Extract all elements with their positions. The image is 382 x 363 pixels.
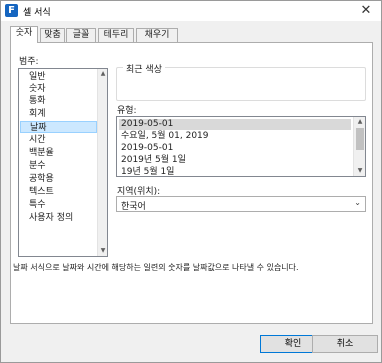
tab-alignment[interactable]: 맞춤	[40, 28, 65, 42]
type-item[interactable]: 19년 5월 1일	[119, 167, 351, 176]
scroll-up-arrow-icon[interactable]: ▲	[98, 69, 108, 79]
type-list[interactable]: 2019-05-01 수요일, 5월 01, 2019 2019-05-01 2…	[116, 116, 366, 177]
type-item[interactable]: 2019년 5월 1일	[119, 155, 351, 166]
category-label: 범주:	[19, 57, 39, 67]
tab-number[interactable]: 숫자	[10, 26, 38, 43]
type-item[interactable]: 수요일, 5월 01, 2019	[119, 131, 351, 142]
sample-legend: 최근 색상	[123, 62, 165, 75]
category-item-special[interactable]: 특수	[20, 199, 97, 211]
scroll-down-arrow-icon[interactable]: ▼	[98, 246, 108, 256]
cancel-button[interactable]: 취소	[312, 335, 378, 353]
type-item[interactable]: 2019-05-01	[119, 119, 351, 130]
dialog-title: 셀 서식	[23, 8, 51, 18]
category-item-number[interactable]: 숫자	[20, 83, 97, 95]
category-item-general[interactable]: 일반	[20, 71, 97, 83]
close-button[interactable]: ✕	[357, 2, 375, 20]
locale-dropdown[interactable]: 한국어 ⌄	[116, 196, 366, 212]
category-item-text[interactable]: 텍스트	[20, 186, 97, 198]
type-item[interactable]: 2019-05-01	[119, 143, 351, 154]
category-item-percentage[interactable]: 백분율	[20, 147, 97, 159]
type-scrollbar[interactable]: ▲ ▼	[353, 117, 365, 176]
title-bar: F 셀 서식 ✕	[1, 1, 381, 21]
category-item-custom[interactable]: 사용자 정의	[20, 212, 97, 224]
tab-fill[interactable]: 채우기	[136, 28, 178, 42]
category-item-date[interactable]: 날짜	[20, 121, 97, 133]
category-item-fraction[interactable]: 분수	[20, 160, 97, 172]
scroll-down-arrow-icon[interactable]: ▼	[354, 166, 365, 176]
sample-group: 최근 색상	[116, 62, 366, 101]
category-item-accounting[interactable]: 회계	[20, 108, 97, 120]
category-item-time[interactable]: 시간	[20, 134, 97, 146]
type-label: 유형:	[117, 106, 137, 116]
category-scrollbar[interactable]: ▲ ▼	[97, 69, 107, 256]
tab-font[interactable]: 글꼴	[66, 28, 96, 42]
locale-value: 한국어	[121, 202, 146, 212]
tab-border[interactable]: 테두리	[98, 28, 134, 42]
number-tab-panel: 범주: 일반 숫자 통화 회계 날짜 시간 백분율 분수 공학용 텍스트 특수 …	[10, 42, 373, 324]
chevron-down-icon: ⌄	[354, 198, 361, 207]
category-list[interactable]: 일반 숫자 통화 회계 날짜 시간 백분율 분수 공학용 텍스트 특수 사용자 …	[18, 68, 108, 257]
scroll-up-arrow-icon[interactable]: ▲	[354, 117, 365, 127]
app-logo-icon: F	[5, 4, 18, 17]
scroll-thumb[interactable]	[356, 128, 364, 150]
category-item-currency[interactable]: 통화	[20, 95, 97, 107]
format-cells-dialog: F 셀 서식 ✕ 숫자 맞춤 글꼴 테두리 채우기 범주: 일반 숫자 통화 회…	[0, 0, 382, 363]
category-item-scientific[interactable]: 공학용	[20, 173, 97, 185]
format-description: 날짜 서식으로 날짜와 시간에 해당하는 일련의 숫자를 날짜값으로 나타낼 수…	[13, 263, 299, 272]
